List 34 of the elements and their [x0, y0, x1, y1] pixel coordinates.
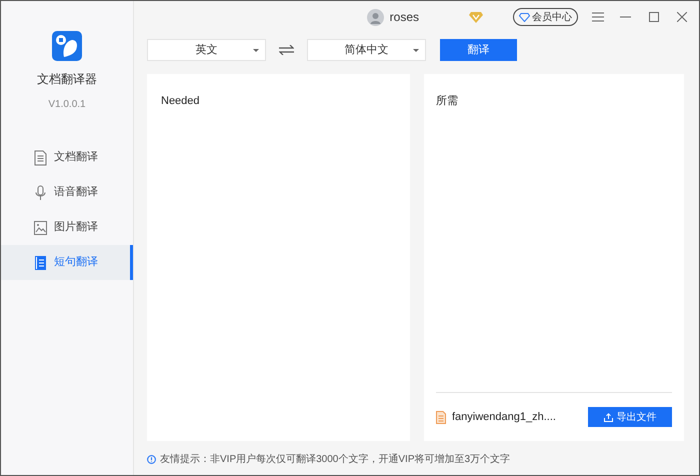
minimize-icon[interactable] [620, 16, 631, 18]
sidebar-item[interactable]: 短句翻译 [1, 245, 133, 280]
document-icon [33, 150, 48, 166]
file-name: fanyiwendang1_zh.... [452, 410, 556, 425]
diamond-icon [519, 12, 530, 22]
app-version: V1.0.0.1 [48, 98, 86, 112]
source-text: Needed [161, 94, 201, 109]
result-text: 所需 [436, 94, 459, 109]
image-icon [33, 220, 48, 236]
source-language-dropdown[interactable]: 英文 [147, 39, 266, 61]
microphone-icon [33, 184, 48, 200]
avatar-icon[interactable] [366, 8, 384, 26]
vip-center-button[interactable]: 会员中心 [513, 8, 578, 26]
app-name: 文档翻译器 [37, 71, 97, 88]
file-icon [436, 410, 446, 424]
swap-icon[interactable] [279, 45, 294, 55]
caret-icon [253, 49, 259, 52]
username: roses [390, 9, 419, 26]
translate-button[interactable]: 翻译 [440, 39, 517, 61]
maximize-icon[interactable] [649, 12, 659, 22]
text-document-icon [33, 254, 48, 270]
menu-icon[interactable] [592, 12, 604, 22]
source-text-panel[interactable]: Needed [147, 74, 410, 441]
sidebar-item[interactable]: 图片翻译 [1, 210, 133, 245]
app-logo-icon [52, 31, 82, 61]
target-language-dropdown[interactable]: 简体中文 [307, 39, 426, 61]
caret-icon [413, 49, 419, 52]
upload-icon [604, 412, 612, 422]
info-icon [147, 455, 156, 464]
sidebar-item[interactable]: 语音翻译 [1, 175, 133, 210]
sidebar-item[interactable]: 文档翻译 [1, 140, 133, 175]
export-file-button[interactable]: 导出文件 [588, 407, 672, 427]
close-icon[interactable] [677, 12, 687, 22]
tip-text: 友情提示：非VIP用户每次仅可翻译3000个文字，开通VIP将可增加至3万个文字 [160, 452, 510, 467]
